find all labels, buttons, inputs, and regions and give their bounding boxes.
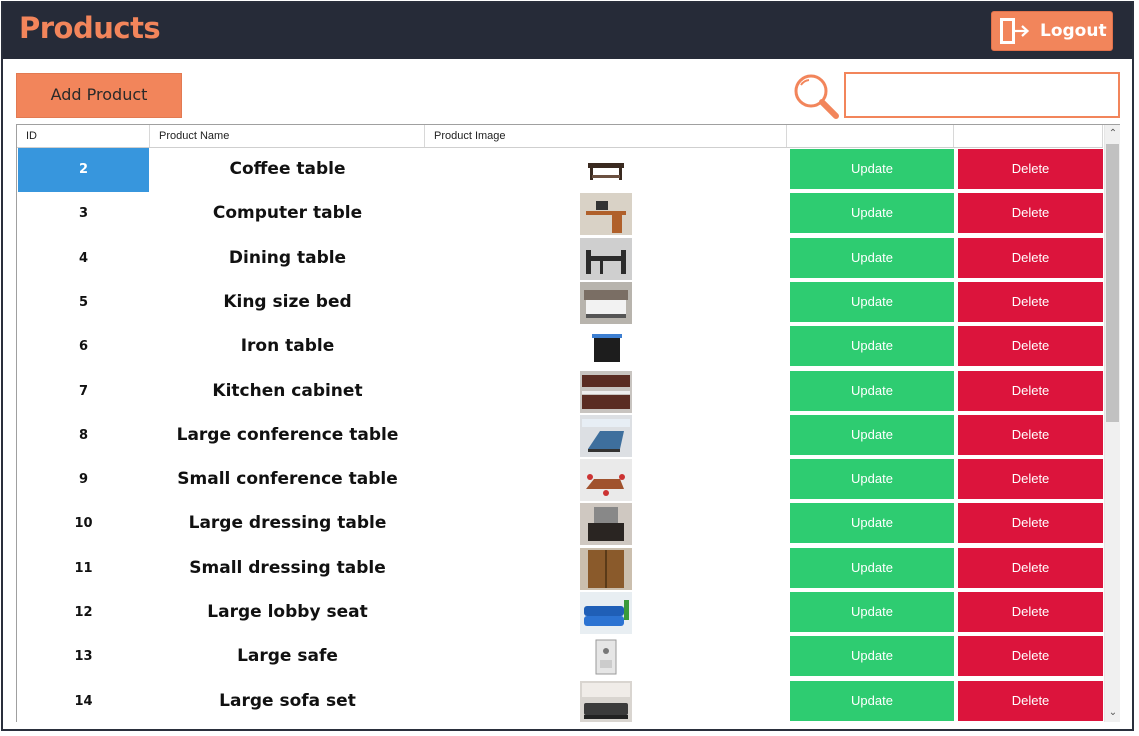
update-button[interactable]: Update <box>790 459 954 500</box>
search-icon[interactable] <box>790 71 842 121</box>
product-image <box>580 149 632 191</box>
table-row[interactable]: 10 Large dressing table Update Delete <box>17 502 1103 546</box>
column-header-update[interactable] <box>787 125 954 147</box>
table-row[interactable]: 2 Coffee table Update Delete <box>17 148 1103 192</box>
delete-button[interactable]: Delete <box>958 459 1103 500</box>
row-id[interactable]: 6 <box>18 325 149 369</box>
row-product-name[interactable]: Coffee table <box>151 148 424 192</box>
product-image <box>580 680 632 722</box>
product-image <box>580 592 632 634</box>
product-image <box>580 193 632 236</box>
column-header-id[interactable]: ID <box>17 125 150 147</box>
table-row[interactable]: 5 King size bed Update Delete <box>17 281 1103 325</box>
update-button[interactable]: Update <box>790 149 954 189</box>
delete-button[interactable]: Delete <box>958 636 1103 677</box>
row-id[interactable]: 12 <box>18 591 149 635</box>
products-grid: ID Product Name Product Image 2 Coffee ta… <box>16 124 1120 722</box>
row-product-name[interactable]: Large conference table <box>151 414 424 458</box>
delete-button[interactable]: Delete <box>958 503 1103 544</box>
delete-button[interactable]: Delete <box>958 592 1103 632</box>
scrollbar-thumb[interactable] <box>1106 144 1119 422</box>
row-product-name[interactable]: Large safe <box>151 635 424 679</box>
row-id[interactable]: 5 <box>18 281 149 325</box>
page-title: Products <box>19 11 161 45</box>
table-row[interactable]: 12 Large lobby seat Update Delete <box>17 591 1103 635</box>
product-image <box>580 414 632 457</box>
delete-button[interactable]: Delete <box>958 193 1103 234</box>
chevron-up-icon[interactable]: ⌃ <box>1105 125 1120 143</box>
row-product-name[interactable]: Computer table <box>151 192 424 236</box>
delete-button[interactable]: Delete <box>958 370 1103 411</box>
row-product-name[interactable]: Iron table <box>151 325 424 369</box>
row-product-name[interactable]: Large lobby seat <box>151 591 424 635</box>
table-row[interactable]: 9 Small conference table Update Delete <box>17 458 1103 502</box>
column-header-delete[interactable] <box>954 125 1103 147</box>
update-button[interactable]: Update <box>790 636 954 677</box>
row-id[interactable]: 13 <box>18 635 149 679</box>
vertical-scrollbar[interactable]: ⌃ ⌄ <box>1104 125 1120 722</box>
row-product-name[interactable]: Small conference table <box>151 458 424 502</box>
logout-icon <box>1000 18 1030 44</box>
table-row[interactable]: 6 Iron table Update Delete <box>17 325 1103 369</box>
row-product-name[interactable]: Large dressing table <box>151 502 424 546</box>
chevron-down-icon[interactable]: ⌄ <box>1105 704 1120 722</box>
update-button[interactable]: Update <box>790 237 954 278</box>
row-id[interactable]: 3 <box>18 192 149 236</box>
products-window: Products Logout Add Product ID Product N… <box>1 1 1134 731</box>
row-product-name[interactable]: King size bed <box>151 281 424 325</box>
delete-button[interactable]: Delete <box>958 326 1103 367</box>
product-image <box>580 281 632 324</box>
table-row[interactable]: 14 Large sofa set Update Delete <box>17 680 1103 722</box>
table-row[interactable]: 4 Dining table Update Delete <box>17 237 1103 281</box>
delete-button[interactable]: Delete <box>958 414 1103 455</box>
column-header-product-image[interactable]: Product Image <box>425 125 787 147</box>
update-button[interactable]: Update <box>790 680 954 721</box>
row-id[interactable]: 11 <box>18 547 149 591</box>
row-id[interactable]: 7 <box>18 370 149 414</box>
delete-button[interactable]: Delete <box>958 680 1103 721</box>
delete-button[interactable]: Delete <box>958 237 1103 278</box>
product-image <box>580 547 632 590</box>
grid-header: ID Product Name Product Image <box>17 125 1103 148</box>
update-button[interactable]: Update <box>790 592 954 632</box>
delete-button[interactable]: Delete <box>958 281 1103 322</box>
update-button[interactable]: Update <box>790 193 954 234</box>
table-row[interactable]: 11 Small dressing table Update Delete <box>17 547 1103 591</box>
row-id[interactable]: 10 <box>18 502 149 546</box>
product-image <box>580 237 632 280</box>
table-row[interactable]: 7 Kitchen cabinet Update Delete <box>17 370 1103 414</box>
delete-button[interactable]: Delete <box>958 547 1103 588</box>
update-button[interactable]: Update <box>790 281 954 322</box>
row-product-name[interactable]: Large sofa set <box>151 680 424 722</box>
row-product-name[interactable]: Kitchen cabinet <box>151 370 424 414</box>
row-product-name[interactable]: Small dressing table <box>151 547 424 591</box>
row-id[interactable]: 4 <box>18 237 149 281</box>
search-input[interactable] <box>844 72 1120 118</box>
update-button[interactable]: Update <box>790 503 954 544</box>
table-row[interactable]: 13 Large safe Update Delete <box>17 635 1103 679</box>
logout-label: Logout <box>1040 21 1107 41</box>
product-image <box>580 636 632 679</box>
logout-button[interactable]: Logout <box>991 11 1113 51</box>
add-product-button[interactable]: Add Product <box>16 73 182 118</box>
table-row[interactable]: 8 Large conference table Update Delete <box>17 414 1103 458</box>
row-id[interactable]: 9 <box>18 458 149 502</box>
update-button[interactable]: Update <box>790 326 954 367</box>
product-image <box>580 503 632 546</box>
product-image <box>580 370 632 413</box>
header-bar: Products Logout <box>3 3 1132 59</box>
product-image <box>580 326 632 369</box>
row-id[interactable]: 14 <box>18 680 149 722</box>
update-button[interactable]: Update <box>790 547 954 588</box>
delete-button[interactable]: Delete <box>958 149 1103 189</box>
update-button[interactable]: Update <box>790 370 954 411</box>
column-header-product-name[interactable]: Product Name <box>150 125 425 147</box>
row-id[interactable]: 2 <box>18 148 149 192</box>
product-image <box>580 459 632 502</box>
row-id[interactable]: 8 <box>18 414 149 458</box>
row-product-name[interactable]: Dining table <box>151 237 424 281</box>
table-row[interactable]: 3 Computer table Update Delete <box>17 192 1103 236</box>
update-button[interactable]: Update <box>790 414 954 455</box>
